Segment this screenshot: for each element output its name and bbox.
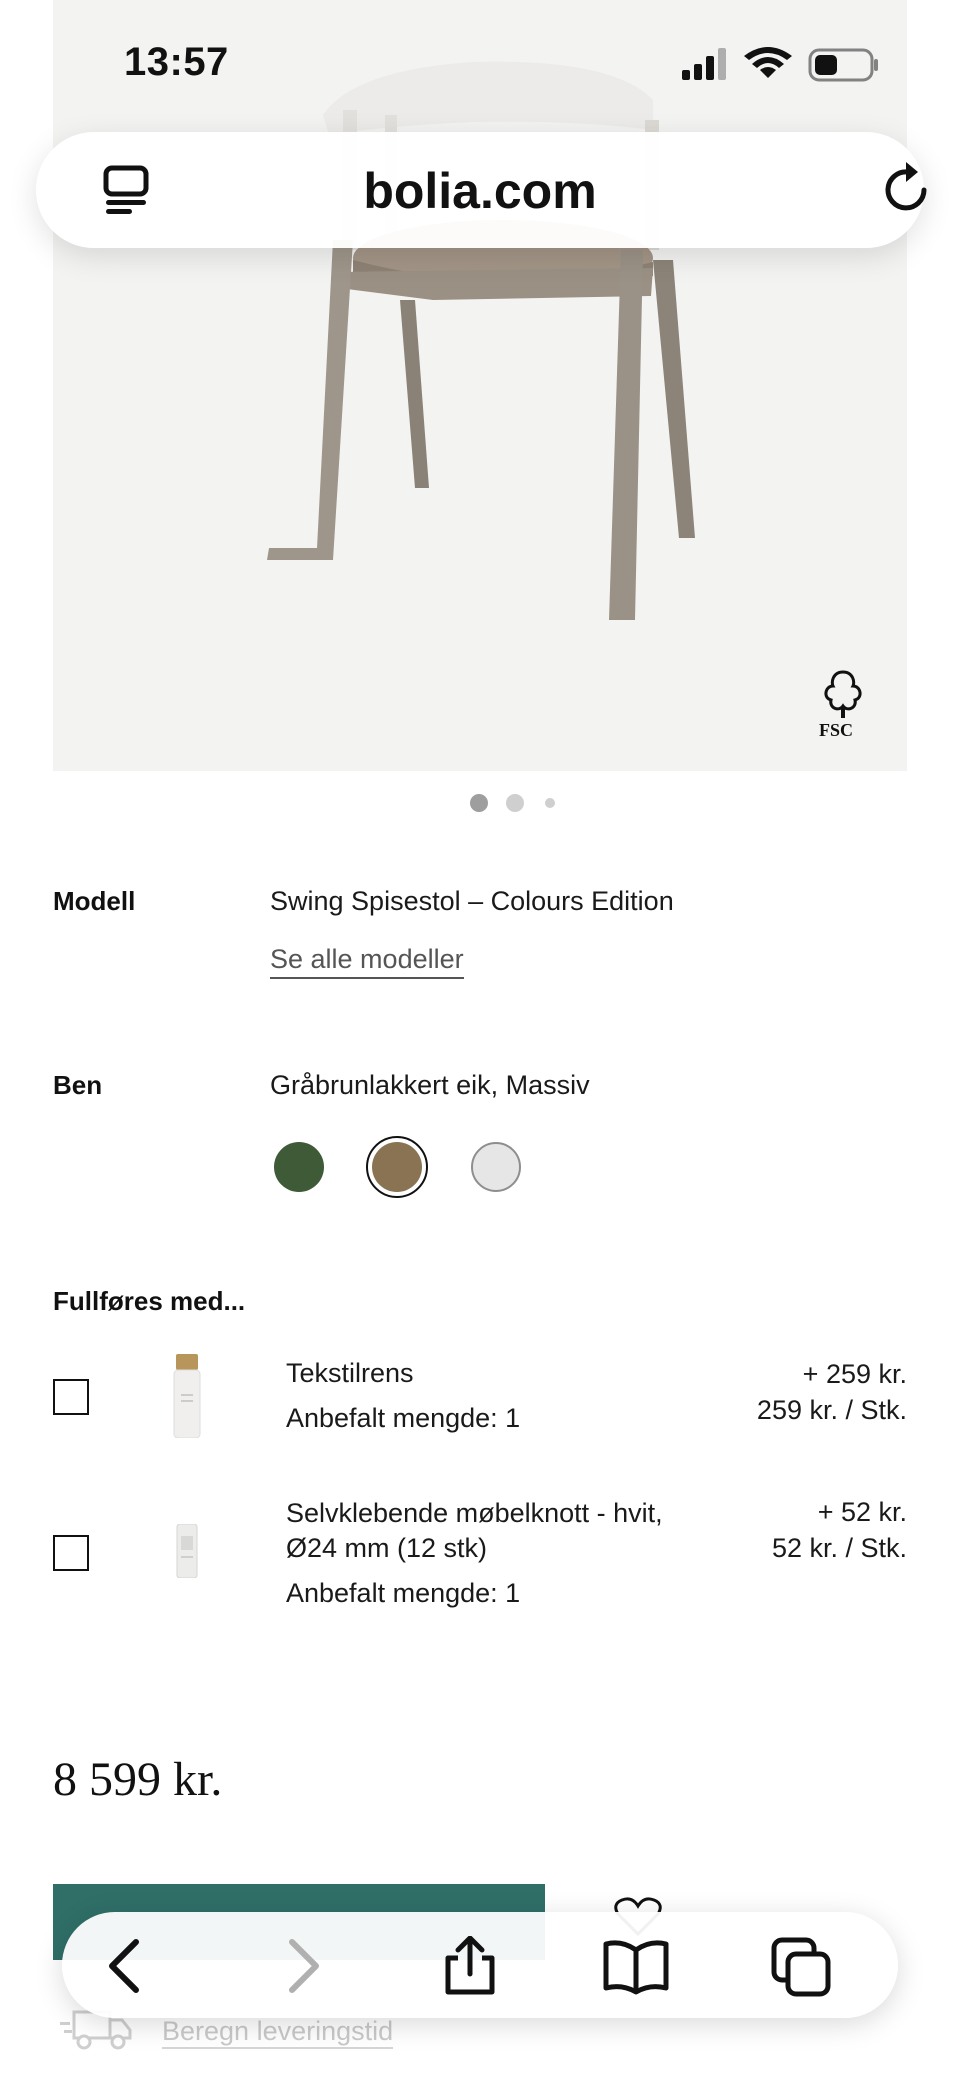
forward-icon[interactable] bbox=[272, 1936, 332, 1996]
status-time: 13:57 bbox=[124, 40, 229, 84]
carousel-dots[interactable] bbox=[460, 792, 570, 812]
wifi-icon bbox=[744, 47, 792, 78]
swatch-green[interactable] bbox=[274, 1142, 324, 1192]
addon-name-line1: Selvklebende møbelknott - hvit, bbox=[286, 1498, 663, 1528]
back-icon[interactable] bbox=[96, 1936, 156, 1996]
url-domain[interactable]: bolia.com bbox=[36, 162, 924, 220]
addon-price-add: + 52 kr. bbox=[817, 1497, 907, 1527]
carousel-dot[interactable] bbox=[506, 794, 524, 812]
carousel-dot[interactable] bbox=[545, 798, 555, 808]
chair-illustration bbox=[267, 61, 695, 620]
share-icon[interactable] bbox=[440, 1936, 500, 1996]
addon-price-add: + 259 kr. bbox=[802, 1359, 907, 1389]
addon-recommended: Anbefalt mengde: 1 bbox=[286, 1578, 521, 1608]
see-all-models-link[interactable]: Se alle modeller bbox=[270, 944, 464, 979]
addon-name-line2: Ø24 mm (12 stk) bbox=[286, 1533, 488, 1563]
addon-checkbox-textile-cleaner[interactable] bbox=[53, 1379, 89, 1415]
legs-label: Ben bbox=[53, 1070, 103, 1100]
model-label: Modell bbox=[53, 886, 136, 916]
status-icons bbox=[682, 47, 878, 82]
reload-icon[interactable] bbox=[882, 160, 934, 220]
addon-checkbox-furniture-knob[interactable] bbox=[53, 1535, 89, 1571]
furniture-knob-thumbnail bbox=[176, 1524, 198, 1578]
carousel-dot-active[interactable] bbox=[470, 794, 488, 812]
svg-text:FSC: FSC bbox=[819, 720, 853, 740]
browser-toolbar bbox=[62, 1912, 898, 2018]
addon-unit-price: 259 kr. / Stk. bbox=[756, 1395, 907, 1425]
product-price: 8 599 kr. bbox=[53, 1753, 223, 1806]
cellular-signal-icon bbox=[682, 48, 726, 80]
product-image[interactable]: FSC bbox=[53, 0, 907, 771]
addon-recommended: Anbefalt mengde: 1 bbox=[286, 1403, 521, 1433]
battery-icon bbox=[808, 48, 878, 82]
model-value: Swing Spisestol – Colours Edition bbox=[270, 886, 674, 916]
complete-with-title: Fullføres med... bbox=[53, 1286, 246, 1316]
fsc-logo-icon: FSC bbox=[819, 670, 862, 740]
tabs-icon[interactable] bbox=[770, 1936, 834, 2000]
bookmarks-icon[interactable] bbox=[602, 1936, 670, 1996]
swatch-brown[interactable] bbox=[372, 1142, 422, 1192]
delivery-estimate-link[interactable]: Beregn leveringstid bbox=[162, 2016, 394, 2049]
address-bar[interactable]: bolia.com bbox=[36, 132, 927, 248]
legs-value: Gråbrunlakkert eik, Massiv bbox=[270, 1070, 590, 1100]
addon-name: Tekstilrens bbox=[286, 1358, 414, 1388]
textile-cleaner-thumbnail bbox=[173, 1354, 201, 1438]
addon-unit-price: 52 kr. / Stk. bbox=[771, 1533, 907, 1563]
swatch-light-grey[interactable] bbox=[471, 1142, 521, 1192]
